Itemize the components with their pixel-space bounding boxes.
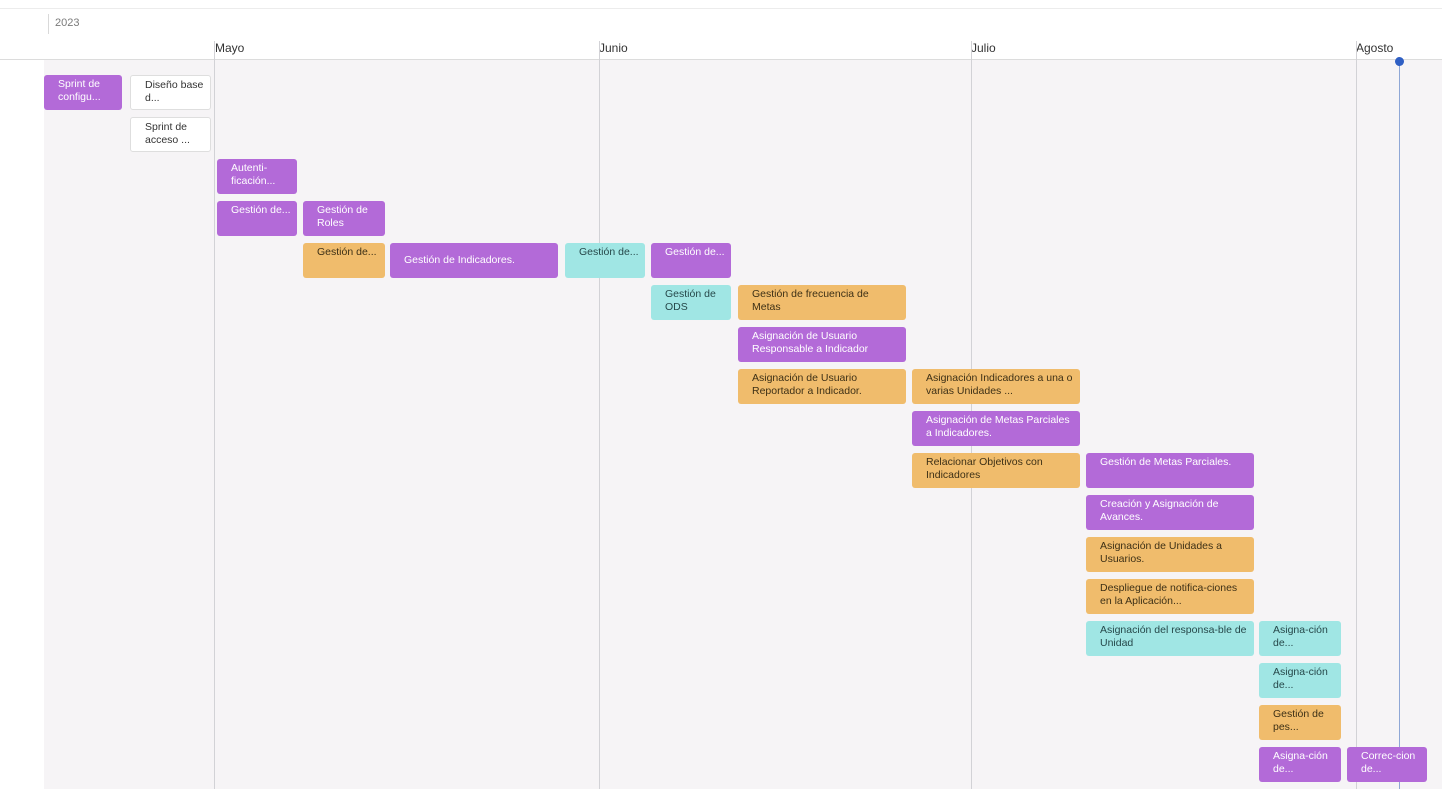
card-label: Asignación de Usuario Responsable a Indi… <box>752 330 869 355</box>
today-marker-line <box>1399 60 1400 789</box>
card-label: Gestión de ODS <box>665 288 716 313</box>
year-label: 2023 <box>48 14 79 34</box>
card-gestion-usuarios[interactable]: Gestión de... <box>217 201 297 236</box>
card-gestion-frecuencia-metas[interactable]: Gestión de frecuencia de Metas <box>738 285 906 320</box>
card-gestion-indicadores[interactable]: Gestión de Indicadores. <box>390 243 558 278</box>
card-label: Diseño base d... <box>145 79 204 104</box>
card-despliegue-notificaciones[interactable]: Despliegue de notifica-ciones en la Apli… <box>1086 579 1254 614</box>
month-gridline-junio <box>599 41 600 789</box>
card-label: Gestión de pes... <box>1273 708 1324 733</box>
card-gestion-ods[interactable]: Gestión de ODS <box>651 285 731 320</box>
card-gestion-teal[interactable]: Gestión de... <box>565 243 645 278</box>
month-label-julio: Julio <box>971 41 996 55</box>
card-label: Correc-cion de... <box>1361 750 1416 775</box>
card-gestion-metas-parciales[interactable]: Gestión de Metas Parciales. <box>1086 453 1254 488</box>
card-asignacion-teal-1[interactable]: Asigna-ción de... <box>1259 621 1341 656</box>
card-correccion[interactable]: Correc-cion de... <box>1347 747 1427 782</box>
month-label-junio: Junio <box>599 41 628 55</box>
card-label: Gestión de Indicadores. <box>404 254 515 266</box>
card-label: Asigna-ción de... <box>1273 750 1328 775</box>
card-asignacion-unidades-usuarios[interactable]: Asignación de Unidades a Usuarios. <box>1086 537 1254 572</box>
card-gestion-purple[interactable]: Gestión de... <box>651 243 731 278</box>
card-gestion-orange[interactable]: Gestión de... <box>303 243 385 278</box>
card-asignacion-usuario-responsable[interactable]: Asignación de Usuario Responsable a Indi… <box>738 327 906 362</box>
card-label: Creación y Asignación de Avances. <box>1100 498 1219 523</box>
month-gridline-mayo <box>214 41 215 789</box>
card-label: Sprint de acceso ... <box>145 121 190 146</box>
card-asignacion-responsable-unidad[interactable]: Asignación del responsa-ble de Unidad <box>1086 621 1254 656</box>
card-asignacion-usuario-reportador[interactable]: Asignación de Usuario Reportador a Indic… <box>738 369 906 404</box>
card-sprint-acceso[interactable]: Sprint de acceso ... <box>130 117 211 152</box>
card-label: Gestión de... <box>231 204 291 216</box>
card-label: Gestión de frecuencia de Metas <box>752 288 869 313</box>
timeline-header: 2023 Mayo Junio Julio Agosto <box>0 0 1442 60</box>
header-top-divider <box>0 8 1442 9</box>
card-gestion-pesos[interactable]: Gestión de pes... <box>1259 705 1341 740</box>
card-label: Gestión de... <box>665 246 725 258</box>
card-label: Gestión de... <box>317 246 377 258</box>
card-label: Sprint de configu... <box>58 78 101 103</box>
card-label: Asignación de Usuario Reportador a Indic… <box>752 372 862 397</box>
card-label: Gestión de Metas Parciales. <box>1100 456 1232 468</box>
card-gestion-roles[interactable]: Gestión de Roles <box>303 201 385 236</box>
card-label: Asigna-ción de... <box>1273 666 1328 691</box>
card-sprint-configuracion[interactable]: Sprint de configu... <box>44 75 122 110</box>
month-label-mayo: Mayo <box>215 41 245 55</box>
card-label: Gestión de... <box>579 246 639 258</box>
card-relacionar-objetivos[interactable]: Relacionar Objetivos con Indicadores <box>912 453 1080 488</box>
card-label: Asignación del responsa-ble de Unidad <box>1100 624 1247 649</box>
card-label: Asignación Indicadores a una o varias Un… <box>926 372 1073 397</box>
card-label: Asigna-ción de... <box>1273 624 1328 649</box>
card-asignacion-purple[interactable]: Asigna-ción de... <box>1259 747 1341 782</box>
card-label: Asignación de Unidades a Usuarios. <box>1100 540 1223 565</box>
card-label: Despliegue de notifica-ciones en la Apli… <box>1100 582 1238 607</box>
card-asignacion-indicadores-unidades[interactable]: Asignación Indicadores a una o varias Un… <box>912 369 1080 404</box>
today-marker-dot[interactable] <box>1395 57 1404 66</box>
card-label: Asignación de Metas Parciales a Indicado… <box>926 414 1070 439</box>
card-label: Gestión de Roles <box>317 204 368 229</box>
card-label: Relacionar Objetivos con Indicadores <box>926 456 1043 481</box>
month-label-agosto: Agosto <box>1356 41 1394 55</box>
card-label: Autenti-ficación... <box>231 162 276 187</box>
month-gridline-agosto <box>1356 41 1357 789</box>
card-autenticacion[interactable]: Autenti-ficación... <box>217 159 297 194</box>
card-creacion-asignacion-avances[interactable]: Creación y Asignación de Avances. <box>1086 495 1254 530</box>
card-diseno-base[interactable]: Diseño base d... <box>130 75 211 110</box>
card-asignacion-teal-2[interactable]: Asigna-ción de... <box>1259 663 1341 698</box>
card-asignacion-metas-parciales[interactable]: Asignación de Metas Parciales a Indicado… <box>912 411 1080 446</box>
